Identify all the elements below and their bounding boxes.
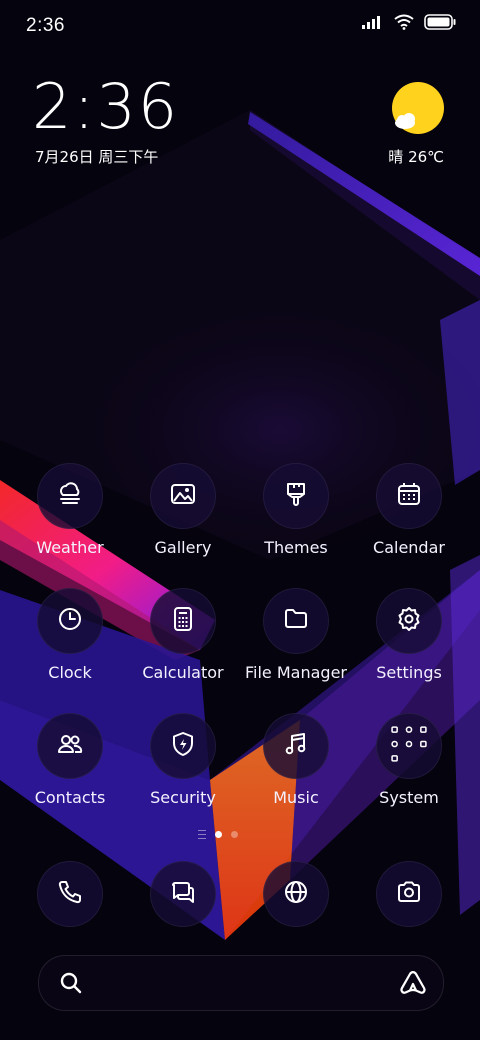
app-contacts[interactable]: Contacts [10,713,130,807]
app-calendar[interactable]: Calendar [349,463,469,557]
app-security[interactable]: Security [123,713,243,807]
page-dot [231,831,238,838]
calendar-icon [396,481,422,512]
camera-icon [396,879,422,910]
folder-grid-icon [387,722,431,771]
clock-widget-time[interactable]: 2:36 [32,76,179,138]
browser-globe-icon [283,879,309,910]
camera-app-icon-bg[interactable] [376,861,442,927]
system-folder-bg[interactable] [376,713,442,779]
battery-icon [424,14,456,35]
page-dot-active [215,831,222,838]
app-label-contacts: Contacts [34,788,106,807]
app-file-manager[interactable]: File Manager [236,588,356,682]
app-label-gallery: Gallery [154,538,212,557]
app-weather[interactable]: Weather [10,463,130,557]
paint-brush-icon [283,481,309,512]
app-settings[interactable]: Settings [349,588,469,682]
page-indicator[interactable] [198,830,238,839]
calendar-app-icon-bg[interactable] [376,463,442,529]
search-icon[interactable] [59,971,83,1000]
app-label-calendar: Calendar [373,538,445,557]
app-label-security: Security [150,788,216,807]
app-clock[interactable]: Clock [10,588,130,682]
contacts-app-icon-bg[interactable] [37,713,103,779]
app-themes[interactable]: Themes [236,463,356,557]
phone-app-icon-bg[interactable] [37,861,103,927]
app-music[interactable]: Music [236,713,356,807]
dock-phone[interactable] [10,861,130,927]
app-label-settings: Settings [376,663,442,682]
page-indicator-menu-icon [198,830,206,839]
dock-camera[interactable] [349,861,469,927]
dock-messages[interactable] [123,861,243,927]
app-system-folder[interactable]: System [349,713,469,807]
app-label-music: Music [273,788,319,807]
sun-cloud-icon[interactable] [390,82,446,138]
app-label-themes: Themes [264,538,328,557]
app-label-weather: Weather [36,538,104,557]
cloud-fog-icon [57,481,83,512]
status-bar: 2:36 [0,0,480,50]
dock-browser[interactable] [236,861,356,927]
music-app-icon-bg[interactable] [263,713,329,779]
search-bar[interactable] [38,955,444,1012]
shield-bolt-icon [170,731,196,762]
app-gallery[interactable]: Gallery [123,463,243,557]
security-app-icon-bg[interactable] [150,713,216,779]
messages-app-icon-bg[interactable] [150,861,216,927]
file-manager-app-icon-bg[interactable] [263,588,329,654]
music-note-icon [283,731,309,762]
status-time: 2:36 [26,15,65,36]
calculator-icon [170,606,196,637]
search-input[interactable] [95,956,389,1012]
gallery-app-icon-bg[interactable] [150,463,216,529]
settings-app-icon-bg[interactable] [376,588,442,654]
signal-icon [362,15,384,34]
browser-app-icon-bg[interactable] [263,861,329,927]
weather-app-icon-bg[interactable] [37,463,103,529]
messages-icon [170,879,196,910]
app-label-file-manager: File Manager [245,663,347,682]
wifi-icon [394,14,414,35]
folder-icon [283,606,309,637]
app-label-clock: Clock [48,663,92,682]
weather-temperature: 晴 26℃ [388,148,444,166]
gear-icon [396,606,422,637]
clock-widget-date: 7月26日 周三下午 [35,148,159,166]
app-calculator[interactable]: Calculator [123,588,243,682]
assistant-icon[interactable] [399,969,427,1002]
app-label-system: System [379,788,439,807]
image-icon [170,481,196,512]
clock-icon [57,606,83,637]
phone-icon [57,879,83,910]
clock-app-icon-bg[interactable] [37,588,103,654]
app-label-calculator: Calculator [142,663,224,682]
contacts-icon [57,731,83,762]
calculator-app-icon-bg[interactable] [150,588,216,654]
themes-app-icon-bg[interactable] [263,463,329,529]
